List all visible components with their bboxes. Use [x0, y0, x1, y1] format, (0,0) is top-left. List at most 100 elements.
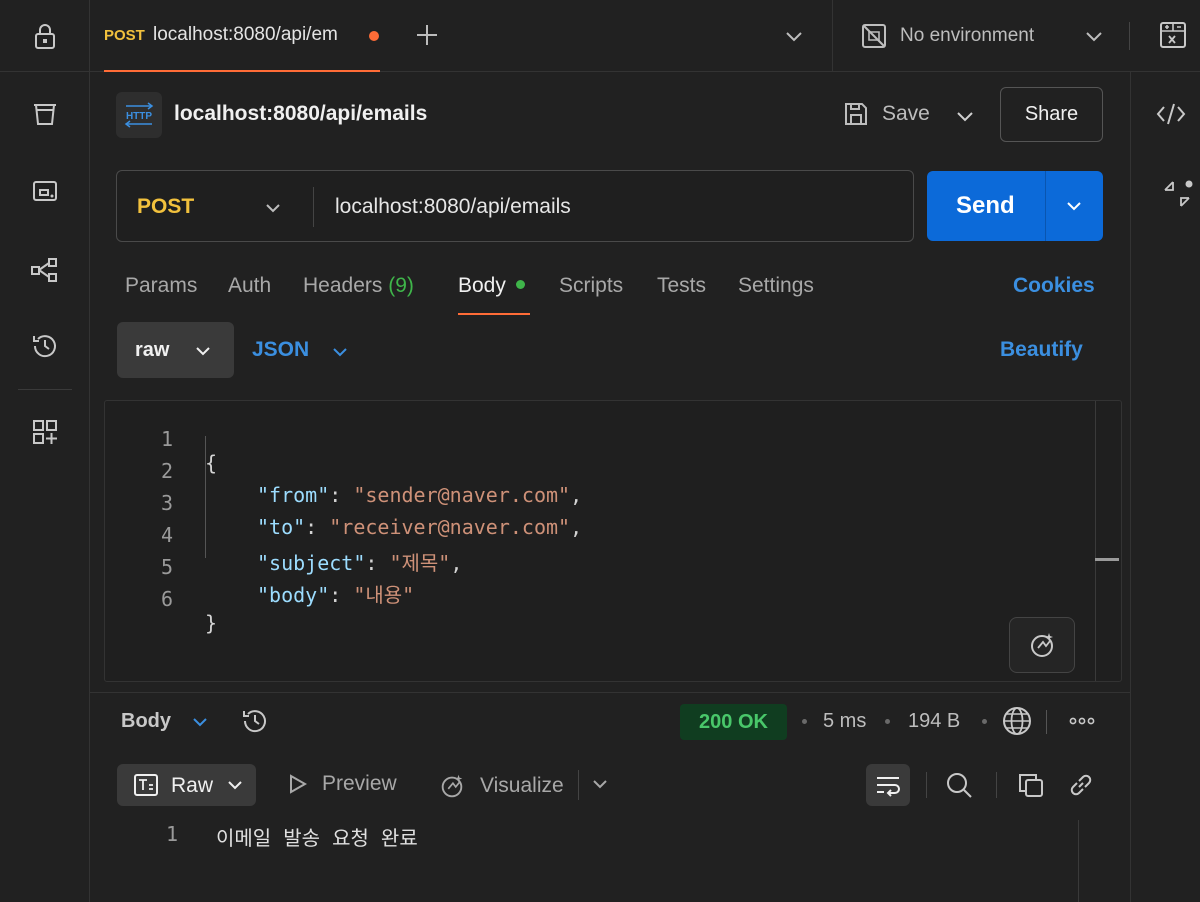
meta-dot	[982, 719, 987, 724]
meta-separator	[1046, 710, 1047, 734]
visualize-label: Visualize	[480, 774, 564, 797]
save-chevron-down-icon[interactable]	[955, 104, 975, 133]
toolbar-separator	[926, 772, 927, 798]
url-input[interactable]: localhost:8080/api/emails	[335, 195, 571, 219]
tabs-chevron-down-icon[interactable]	[784, 24, 804, 53]
visualize-icon	[441, 774, 463, 798]
send-button[interactable]: Send	[927, 171, 1103, 241]
request-name[interactable]: localhost:8080/api/emails	[174, 102, 427, 126]
env-separator	[832, 0, 833, 72]
magic-icon	[1031, 633, 1053, 657]
expand-icon[interactable]	[1161, 178, 1193, 215]
monitor-icon[interactable]	[27, 174, 63, 210]
response-body-label[interactable]: Body	[121, 710, 171, 733]
preview-label: Preview	[322, 772, 397, 795]
meta-dot	[802, 719, 807, 724]
tab-headers[interactable]: Headers (9)	[303, 274, 414, 298]
url-separator	[313, 187, 314, 227]
response-size[interactable]: 194 B	[908, 710, 960, 733]
left-sidebar	[0, 0, 90, 902]
no-environment-icon	[862, 24, 886, 48]
meta-dot	[885, 719, 890, 724]
send-chevron-down-icon[interactable]	[1063, 195, 1085, 222]
preview-button[interactable]: Preview	[288, 772, 397, 796]
toolbar-separator	[996, 772, 997, 798]
editor-scrollbar[interactable]	[1095, 401, 1096, 681]
method-chevron-down-icon[interactable]	[263, 197, 283, 224]
text-format-icon	[133, 773, 159, 802]
trash-icon[interactable]	[27, 96, 63, 132]
wrap-icon	[877, 777, 900, 797]
response-time[interactable]: 5 ms	[823, 710, 866, 733]
save-label: Save	[882, 102, 930, 125]
response-line-number: 1	[165, 822, 178, 846]
history-icon[interactable]	[27, 328, 63, 364]
beautify-link[interactable]: Beautify	[1000, 338, 1083, 362]
ai-assist-button[interactable]	[1009, 617, 1075, 673]
response-chevron-down-icon[interactable]	[190, 712, 210, 737]
tab-active-indicator	[104, 70, 380, 72]
add-widget-icon[interactable]	[27, 414, 63, 450]
visualize-chevron-down-icon[interactable]	[590, 774, 610, 799]
code-line: 3 "to": "receiver@naver.com",	[105, 467, 1085, 539]
new-tab-plus-icon[interactable]	[412, 20, 442, 50]
search-icon[interactable]	[944, 770, 974, 805]
visualize-button[interactable]: Visualize	[438, 772, 564, 800]
cookies-link[interactable]: Cookies	[1013, 274, 1095, 298]
unsaved-dot	[369, 31, 379, 41]
flows-icon[interactable]	[27, 252, 63, 288]
right-sidebar	[1130, 72, 1200, 902]
environment-label: No environment	[900, 25, 1035, 46]
code-line: 4 "subject": "제목",	[105, 499, 1085, 575]
code-line: 1 {	[105, 403, 1085, 475]
code-icon[interactable]	[1155, 100, 1187, 133]
copy-icon[interactable]	[1016, 770, 1046, 805]
sidebar-header	[0, 0, 90, 72]
response-text: 이메일 발송 요청 완료	[216, 826, 418, 850]
status-badge[interactable]: 200 OK	[680, 704, 787, 740]
tab-request[interactable]: POST localhost:8080/api/em	[90, 0, 380, 72]
environment-selector[interactable]: No environment	[860, 20, 1034, 52]
link-icon[interactable]	[1066, 770, 1096, 805]
body-raw-selector[interactable]: raw	[117, 322, 234, 378]
calculator-icon[interactable]	[1158, 20, 1188, 55]
tab-title: localhost:8080/api/em	[153, 24, 338, 45]
json-chevron-down-icon[interactable]	[330, 342, 350, 367]
code-line: 5 "body": "내용"	[105, 531, 1085, 607]
url-bar: POST localhost:8080/api/emails	[116, 170, 914, 242]
body-editor[interactable]: 1 { 2 "from": "sender@naver.com", 3 "to"…	[104, 400, 1122, 682]
tab-auth[interactable]: Auth	[228, 274, 271, 298]
tab-body[interactable]: Body	[458, 274, 525, 298]
share-button[interactable]: Share	[1000, 87, 1103, 142]
response-scrollbar[interactable]	[1078, 820, 1079, 902]
response-raw-selector[interactable]: Raw	[117, 764, 256, 806]
headers-count: (9)	[388, 274, 414, 297]
response-line: 1 이메일 발송 요청 완료	[0, 822, 1076, 854]
http-icon: HTTP	[116, 92, 162, 138]
code-line: 2 "from": "sender@naver.com",	[105, 435, 1085, 507]
wrap-lines-button[interactable]	[866, 764, 910, 806]
tab-body-label: Body	[458, 274, 506, 297]
more-options-icon[interactable]	[1069, 712, 1095, 733]
tab-params[interactable]: Params	[125, 274, 197, 298]
json-format-selector[interactable]: JSON	[252, 338, 309, 362]
tab-scripts[interactable]: Scripts	[559, 274, 623, 298]
lock-icon[interactable]	[27, 18, 63, 54]
editor-scroll-thumb[interactable]	[1095, 558, 1119, 561]
tab-tests[interactable]: Tests	[657, 274, 706, 298]
response-raw-label: Raw	[171, 774, 214, 797]
send-label: Send	[956, 192, 1015, 219]
env-chevron-down-icon[interactable]	[1084, 24, 1104, 53]
response-history-icon[interactable]	[240, 706, 270, 741]
save-button[interactable]: Save	[842, 100, 930, 128]
save-icon	[845, 103, 867, 125]
globe-icon[interactable]	[1001, 705, 1033, 742]
method-selector[interactable]: POST	[137, 195, 194, 219]
line-number: 6	[160, 587, 173, 611]
tab-settings[interactable]: Settings	[738, 274, 814, 298]
response-divider	[90, 692, 1130, 693]
svg-text:HTTP: HTTP	[126, 111, 152, 122]
sidebar-divider	[18, 389, 72, 390]
code-close-brace: }	[205, 611, 218, 635]
raw-label: raw	[135, 339, 170, 361]
